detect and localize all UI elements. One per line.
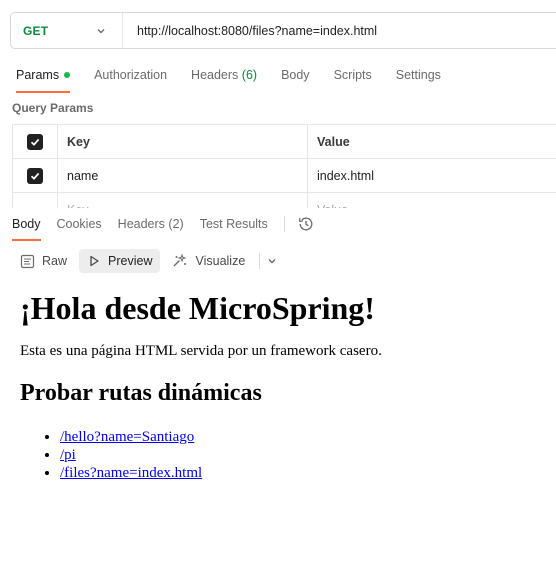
toolbar-divider bbox=[259, 253, 261, 269]
param-key-cell[interactable]: name bbox=[58, 159, 308, 192]
key-placeholder[interactable]: Key bbox=[58, 193, 308, 208]
list-item: /hello?name=Santiago bbox=[60, 428, 540, 446]
response-tabs: Body Cookies Headers (2) Test Results bbox=[12, 210, 315, 241]
select-all-cell bbox=[12, 125, 58, 158]
check-icon bbox=[30, 138, 40, 146]
tab-response-headers[interactable]: Headers (2) bbox=[118, 210, 184, 241]
preview-button[interactable]: Preview bbox=[79, 249, 161, 273]
route-links-list: /hello?name=Santiago /pi /files?name=ind… bbox=[20, 428, 540, 482]
column-header-value: Value bbox=[317, 134, 350, 149]
query-params-table: Key Value name index.html Key Value bbox=[12, 124, 556, 208]
route-link-hello[interactable]: /hello?name=Santiago bbox=[60, 429, 194, 445]
tab-response-body[interactable]: Body bbox=[12, 210, 41, 241]
column-header-key: Key bbox=[58, 125, 308, 158]
preview-heading: ¡Hola desde MicroSpring! bbox=[20, 290, 375, 326]
table-row: name index.html bbox=[12, 159, 556, 193]
tab-response-body-label: Body bbox=[12, 217, 41, 231]
tab-response-headers-label: Headers bbox=[117, 217, 165, 231]
preview-subheading: Probar rutas dinámicas bbox=[20, 380, 262, 406]
response-view-toolbar: Raw Preview Visualize bbox=[12, 249, 278, 273]
table-header-row: Key Value bbox=[12, 125, 556, 159]
play-icon bbox=[90, 255, 99, 267]
param-value-cell[interactable]: index.html bbox=[308, 159, 556, 192]
chevron-down-icon[interactable] bbox=[266, 255, 278, 267]
empty-check-cell bbox=[12, 193, 58, 208]
row-check-cell bbox=[12, 159, 58, 192]
list-item: /files?name=index.html bbox=[60, 464, 540, 482]
html-preview: ¡Hola desde MicroSpring! Esta es una pág… bbox=[20, 284, 540, 482]
list-item: /pi bbox=[60, 446, 540, 464]
query-params-title: Query Params bbox=[12, 101, 94, 115]
select-all-checkbox[interactable] bbox=[27, 133, 43, 150]
route-link-files[interactable]: /files?name=index.html bbox=[60, 465, 202, 481]
value-placeholder[interactable]: Value bbox=[308, 193, 556, 209]
raw-text-icon bbox=[20, 254, 35, 268]
row-checkbox[interactable] bbox=[27, 167, 43, 184]
visualize-button[interactable]: Visualize bbox=[164, 249, 253, 273]
tab-cookies[interactable]: Cookies bbox=[57, 210, 102, 241]
tab-cookies-label: Cookies bbox=[56, 217, 102, 231]
raw-button[interactable]: Raw bbox=[12, 249, 75, 273]
preview-label: Preview bbox=[108, 254, 153, 268]
route-link-pi[interactable]: /pi bbox=[60, 447, 76, 463]
history-icon[interactable] bbox=[297, 215, 315, 233]
tab-test-results[interactable]: Test Results bbox=[200, 210, 268, 241]
tab-divider bbox=[283, 216, 285, 232]
tab-response-headers-count: (2) bbox=[168, 217, 184, 231]
request-params-panel: Query Params Key Value name index.html K… bbox=[0, 0, 556, 208]
visualize-icon bbox=[174, 253, 187, 267]
preview-paragraph: Esta es una página HTML servida por un f… bbox=[20, 343, 382, 359]
check-icon bbox=[30, 172, 40, 180]
visualize-label: Visualize bbox=[195, 254, 246, 268]
raw-label: Raw bbox=[42, 254, 68, 268]
table-row-empty: Key Value bbox=[12, 193, 556, 208]
tab-test-results-label: Test Results bbox=[199, 217, 268, 231]
